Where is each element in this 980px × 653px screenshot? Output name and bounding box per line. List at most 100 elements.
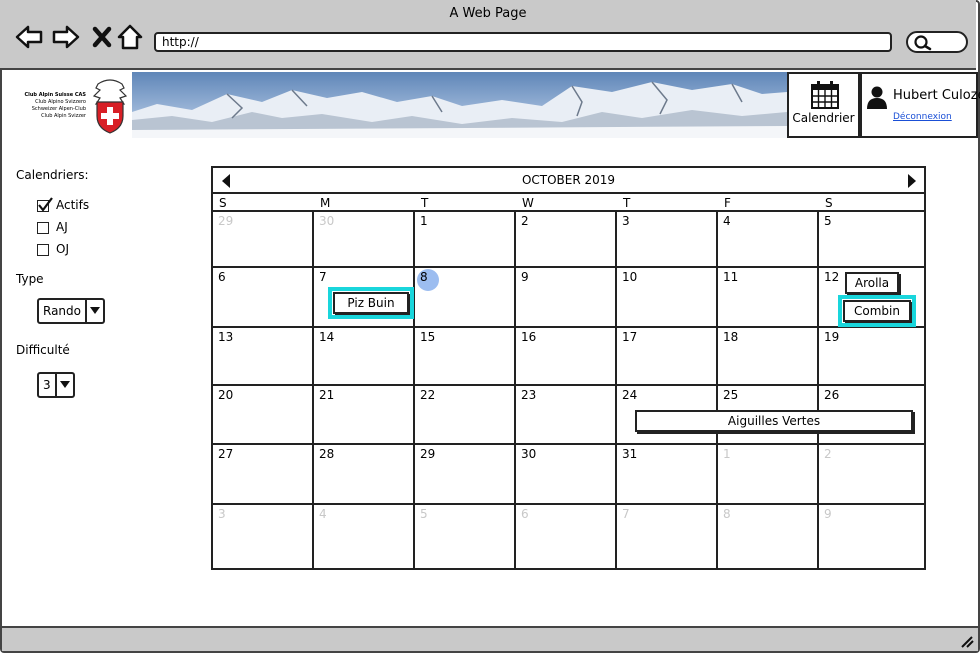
checkbox[interactable] (37, 197, 53, 212)
club-logo[interactable]: Club Alpin Suisse CAS Club Alpino Svizze… (2, 72, 132, 138)
day-number: 1 (420, 214, 428, 228)
day-cell[interactable]: 23 (516, 386, 617, 445)
day-cell[interactable]: 21 (314, 386, 415, 445)
day-number: 6 (218, 270, 226, 284)
forward-arrow-icon[interactable] (51, 22, 81, 52)
day-number: 26 (824, 388, 840, 402)
checkbox[interactable] (37, 222, 49, 234)
day-cell[interactable]: 8 (718, 505, 819, 568)
checkmark-icon (38, 197, 53, 212)
calendars-heading: Calendriers: (16, 168, 89, 182)
day-cell[interactable]: 1 (718, 445, 819, 505)
day-cell[interactable]: 15 (415, 328, 516, 386)
weekday-label: F (724, 196, 731, 210)
day-number: 14 (319, 330, 335, 344)
day-cell[interactable]: 29 (213, 212, 314, 268)
mountain-panorama-image (132, 72, 787, 138)
day-cell[interactable]: 1 (415, 212, 516, 268)
day-cell[interactable]: 4 (314, 505, 415, 568)
status-bar (2, 626, 978, 651)
weekday-label: M (320, 196, 331, 210)
window-title: A Web Page (449, 6, 527, 21)
resize-grip-icon[interactable] (960, 636, 974, 648)
day-cell[interactable]: 18 (718, 328, 819, 386)
day-cell[interactable]: 6 (213, 268, 314, 328)
difficulty-select[interactable]: 3 (37, 372, 75, 398)
day-cell[interactable]: 14 (314, 328, 415, 386)
day-cell[interactable]: 30 (516, 445, 617, 505)
day-cell[interactable]: 27 (213, 445, 314, 505)
calendar-icon (811, 81, 839, 109)
day-cell[interactable]: 9 (819, 505, 924, 568)
day-number: 15 (420, 330, 436, 344)
day-number: 31 (622, 447, 638, 461)
day-number: 9 (521, 270, 529, 284)
difficulty-select-value: 3 (43, 378, 51, 392)
dropdown-button[interactable] (85, 300, 103, 322)
day-cell[interactable]: 11 (718, 268, 819, 328)
day-number: 16 (521, 330, 537, 344)
day-number: 4 (319, 507, 327, 521)
day-number: 7 (622, 507, 630, 521)
day-cell[interactable]: 10 (617, 268, 718, 328)
day-cell[interactable]: 17 (617, 328, 718, 386)
day-cell[interactable]: 31 (617, 445, 718, 505)
day-cell[interactable]: 20 (213, 386, 314, 445)
checkbox[interactable] (37, 244, 49, 256)
close-icon[interactable] (88, 22, 118, 52)
day-number: 17 (622, 330, 638, 344)
day-cell[interactable]: 3 (213, 505, 314, 568)
next-month-icon[interactable] (907, 174, 917, 188)
logout-link[interactable]: Déconnexion (893, 112, 952, 122)
type-select[interactable]: Rando (37, 298, 105, 324)
event-arolla[interactable]: Arolla (845, 272, 899, 294)
day-cell[interactable]: 30 (314, 212, 415, 268)
day-cell[interactable]: 7 (617, 505, 718, 568)
day-cell[interactable]: 5 (819, 212, 924, 268)
event-aiguilles-vertes[interactable]: Aiguilles Vertes (635, 410, 913, 432)
calendar-button[interactable]: Calendrier (787, 72, 860, 138)
event-piz-buin[interactable]: Piz Buin (328, 287, 414, 319)
day-cell[interactable]: 22 (415, 386, 516, 445)
day-number: 2 (521, 214, 529, 228)
day-cell[interactable]: 13 (213, 328, 314, 386)
day-cell[interactable]: 3 (617, 212, 718, 268)
dropdown-button[interactable] (55, 374, 73, 396)
weekday-label: S (219, 196, 227, 210)
day-cell[interactable]: 28 (314, 445, 415, 505)
day-cell[interactable]: 16 (516, 328, 617, 386)
checkbox-label: Actifs (56, 198, 90, 212)
day-number: 27 (218, 447, 234, 461)
home-icon[interactable] (115, 22, 145, 52)
back-arrow-icon[interactable] (14, 22, 44, 52)
day-cell[interactable]: 4 (718, 212, 819, 268)
search-field[interactable] (906, 31, 968, 53)
day-number: 13 (218, 330, 234, 344)
event-combin[interactable]: Combin (838, 295, 916, 327)
weekday-label: T (623, 196, 631, 210)
month-calendar: OCTOBER 2019 SMTWTFS 29 30 1 2 3 4 5 6 7 8 9 10 11 12… (211, 166, 926, 570)
day-cell[interactable]: 2 (516, 212, 617, 268)
day-cell[interactable]: 8 (415, 268, 516, 328)
day-cell[interactable]: 29 (415, 445, 516, 505)
day-number: 9 (824, 507, 832, 521)
weekday-header: SMTWTFS (213, 194, 924, 212)
difficulty-heading: Difficulté (16, 343, 70, 357)
day-number: 23 (521, 388, 537, 402)
day-cell[interactable]: 19 (819, 328, 924, 386)
day-number: 20 (218, 388, 234, 402)
day-cell[interactable]: 6 (516, 505, 617, 568)
site-banner: Club Alpin Suisse CAS Club Alpino Svizze… (2, 72, 980, 138)
day-cell[interactable]: 9 (516, 268, 617, 328)
day-number: 2 (824, 447, 832, 461)
day-number: 28 (319, 447, 335, 461)
day-cell[interactable]: 2 (819, 445, 924, 505)
url-input[interactable]: http:// (154, 32, 892, 52)
month-title: OCTOBER 2019 (521, 173, 616, 187)
day-number: 22 (420, 388, 436, 402)
weekday-label: S (825, 196, 833, 210)
day-number: 7 (319, 270, 327, 284)
day-number: 18 (723, 330, 739, 344)
day-cell[interactable]: 5 (415, 505, 516, 568)
day-number: 11 (723, 270, 739, 284)
